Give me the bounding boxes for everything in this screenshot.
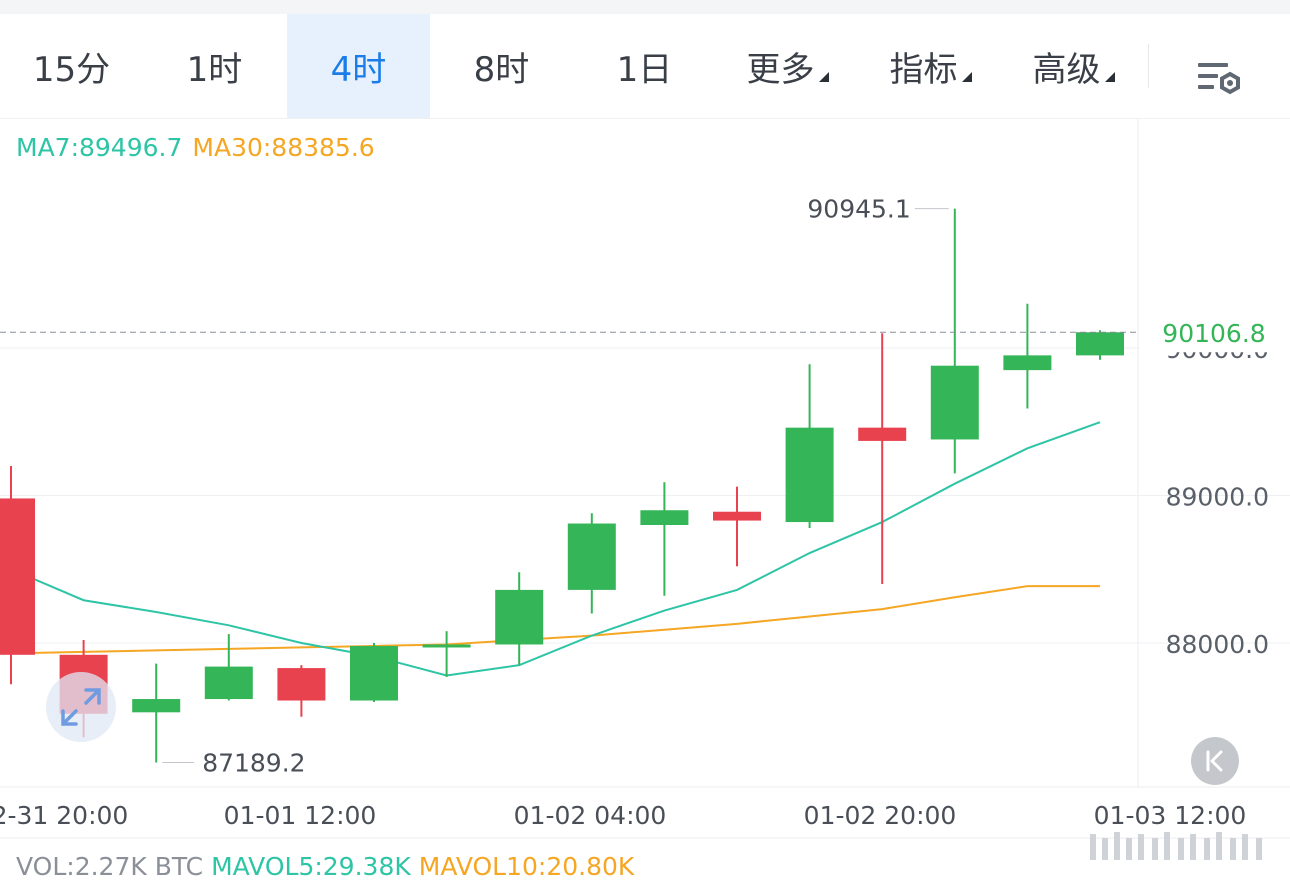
tab-label: 指标 — [889, 49, 958, 90]
volume-legend: VOL:2.27K BTC MAVOL5:29.38K MAVOL10:20.80K — [16, 852, 634, 881]
price-tick-label: 88000.0 — [1166, 630, 1269, 659]
scroll-to-latest-button[interactable] — [1191, 737, 1239, 785]
candle-body — [1003, 355, 1052, 371]
candle-body — [350, 645, 398, 701]
watermark-logo — [1090, 832, 1262, 860]
candle-body — [930, 365, 979, 440]
tab-label: 15分 — [32, 49, 111, 90]
candle-body — [132, 699, 181, 713]
candle-body — [1076, 332, 1124, 356]
tab-advanced[interactable]: 高级 — [1002, 14, 1145, 118]
tab-label: 1时 — [186, 49, 243, 90]
time-tick-label: 01-02 04:00 — [514, 801, 667, 830]
chart-settings-icon — [1198, 63, 1240, 95]
tab-more[interactable]: 更多 — [716, 14, 859, 118]
low-marker-label: 87189.2 — [202, 748, 305, 777]
current-price-label: 90106.8 — [1162, 319, 1265, 348]
dropdown-caret-icon — [818, 72, 829, 82]
tab-label: 1日 — [616, 49, 673, 90]
mavol5-value: MAVOL5:29.38K — [211, 852, 411, 881]
tab-indicators[interactable]: 指标 — [859, 14, 1002, 118]
candle-body — [0, 498, 35, 655]
mavol10-value: MAVOL10:20.80K — [418, 852, 635, 881]
chart-settings-button[interactable] — [1190, 52, 1246, 108]
jump-to-latest-icon — [1206, 750, 1223, 772]
candle-body — [422, 644, 471, 648]
tab-1h[interactable]: 1时 — [143, 14, 286, 118]
tab-divider — [1148, 44, 1149, 88]
dropdown-caret-icon — [961, 72, 972, 82]
time-tick-label: 01-01 12:00 — [224, 801, 377, 830]
tab-1d[interactable]: 1日 — [573, 14, 716, 118]
expand-arrows-icon — [61, 688, 101, 726]
ma30-value: MA30:88385.6 — [192, 133, 375, 162]
tab-label: 4时 — [330, 49, 387, 90]
vol-value: VOL:2.27K BTC — [16, 852, 204, 881]
candle-body — [713, 511, 761, 521]
candle-body — [495, 589, 544, 645]
tab-4h[interactable]: 4时 — [287, 14, 430, 118]
tab-label: 高级 — [1032, 49, 1101, 90]
ma7-value: MA7:89496.7 — [16, 133, 183, 162]
tab-8h[interactable]: 8时 — [430, 14, 573, 118]
candle-body — [858, 427, 907, 441]
dropdown-caret-icon — [1104, 72, 1115, 82]
top-strip — [0, 0, 1290, 14]
time-tick-label: 01-02 20:00 — [804, 801, 957, 830]
candlestick-chart[interactable]: 90000.089000.088000.012-31 20:0001-01 12… — [0, 119, 1290, 874]
candle-body — [567, 523, 616, 590]
high-marker-label: 90945.1 — [807, 195, 910, 224]
fullscreen-button[interactable] — [46, 672, 116, 742]
candle-body — [640, 510, 689, 525]
ma-legend: MA7:89496.7 MA30:88385.6 — [16, 133, 375, 162]
interval-tab-bar: 15分 1时 4时 8时 1日 更多 指标 高级 — [0, 14, 1290, 119]
candle-body — [785, 427, 834, 523]
tab-15m[interactable]: 15分 — [0, 14, 143, 118]
tab-label: 8时 — [473, 49, 530, 90]
time-tick-label: 12-31 20:00 — [0, 801, 128, 830]
price-tick-label: 89000.0 — [1166, 483, 1269, 512]
candle-body — [204, 666, 253, 700]
tab-label: 更多 — [746, 49, 815, 90]
candle-body — [277, 668, 326, 701]
